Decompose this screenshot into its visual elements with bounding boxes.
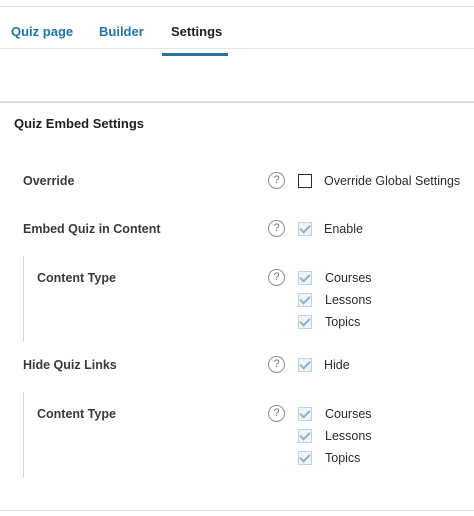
embed-content-type-label: Content Type [37,271,116,285]
hide-topics-checkbox[interactable] [298,451,312,465]
panel-divider [0,101,474,103]
hide-quiz-links-label: Hide Quiz Links [23,358,117,372]
tab-bar: Quiz page Builder Settings [0,7,474,56]
embed-topics-checkbox[interactable] [298,315,312,329]
hide-content-type-label: Content Type [37,407,116,421]
embed-lessons-label: Lessons [325,293,372,307]
embed-courses-label: Courses [325,271,372,285]
override-global-settings-checkbox[interactable] [298,174,312,188]
override-global-settings-label: Override Global Settings [324,174,461,188]
hide-courses-checkbox[interactable] [298,407,312,421]
override-label: Override [23,174,75,188]
hide-topics-label: Topics [325,451,361,465]
embed-quiz-help-icon[interactable]: ? [268,220,285,237]
embed-topics-label: Topics [325,315,361,329]
tab-builder[interactable]: Builder [99,7,144,49]
tab-settings[interactable]: Settings [171,7,222,49]
embed-enable-label: Enable [324,222,363,236]
hide-quiz-links-help-icon[interactable]: ? [268,356,285,373]
embed-enable-checkbox[interactable] [298,222,312,236]
active-tab-indicator [162,53,228,56]
hide-lessons-checkbox[interactable] [298,429,312,443]
hide-label: Hide [324,358,350,372]
hide-lessons-label: Lessons [325,429,372,443]
embed-indent-line [23,256,24,342]
panel-title: Quiz Embed Settings [14,116,145,131]
hide-courses-label: Courses [325,407,372,421]
bottom-border [0,510,474,511]
embed-quiz-label: Embed Quiz in Content [23,222,161,236]
hide-indent-line [23,392,24,478]
hide-checkbox[interactable] [298,358,312,372]
embed-content-type-help-icon[interactable]: ? [268,269,285,286]
hide-content-type-help-icon[interactable]: ? [268,405,285,422]
embed-courses-checkbox[interactable] [298,271,312,285]
tab-quiz-page[interactable]: Quiz page [11,7,73,49]
override-help-icon[interactable]: ? [268,172,285,189]
embed-lessons-checkbox[interactable] [298,293,312,307]
